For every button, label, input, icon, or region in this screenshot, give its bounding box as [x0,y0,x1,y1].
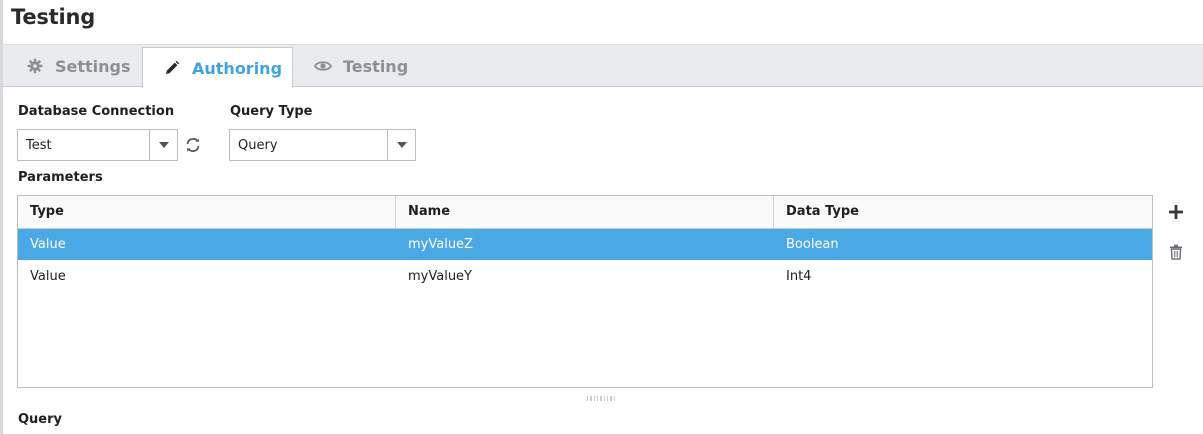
tab-authoring[interactable]: Authoring [142,47,293,88]
parameters-label: Parameters [18,170,103,185]
parameters-table: Type Name Data Type Value myValueZ Boole… [17,195,1153,388]
cell-type[interactable]: Value [18,261,396,292]
query-label: Query [18,412,63,427]
trash-icon [1170,244,1182,260]
table-row[interactable]: Value myValueZ Boolean [18,229,1152,260]
tab-authoring-label: Authoring [192,58,283,78]
pencil-icon [162,58,182,78]
table-header: Type Name Data Type [18,196,1152,229]
database-connection-select[interactable]: Test [17,129,178,161]
add-parameter-button[interactable] [1165,201,1187,223]
cell-name[interactable]: myValueZ [396,229,774,260]
database-connection-label: Database Connection [18,104,175,119]
tab-bar: Settings Authoring Testing [3,44,1203,88]
column-header-data-type[interactable]: Data Type [774,196,1152,228]
tab-settings-label: Settings [55,56,131,76]
chevron-down-icon[interactable] [387,130,415,160]
gear-icon [25,56,45,76]
tab-testing[interactable]: Testing [313,45,408,87]
eye-icon [313,56,333,76]
tab-settings[interactable]: Settings [25,45,131,87]
column-header-type[interactable]: Type [18,196,396,228]
refresh-icon[interactable] [183,135,203,155]
delete-parameter-button[interactable] [1165,241,1187,263]
table-row[interactable]: Value myValueY Int4 [18,261,1152,292]
chevron-down-icon[interactable] [149,130,177,160]
cell-type[interactable]: Value [18,229,396,260]
query-type-value: Query [238,138,278,153]
tab-testing-label: Testing [343,56,409,76]
database-connection-value: Test [26,138,52,153]
resize-handle[interactable] [587,396,615,401]
page-title: Testing [11,5,96,29]
cell-data-type[interactable]: Boolean [774,229,1152,260]
query-type-label: Query Type [230,104,313,119]
query-type-select[interactable]: Query [229,129,416,161]
cell-name[interactable]: myValueY [396,261,774,292]
plus-icon [1169,205,1183,219]
cell-data-type[interactable]: Int4 [774,261,1152,292]
column-header-name[interactable]: Name [396,196,774,228]
